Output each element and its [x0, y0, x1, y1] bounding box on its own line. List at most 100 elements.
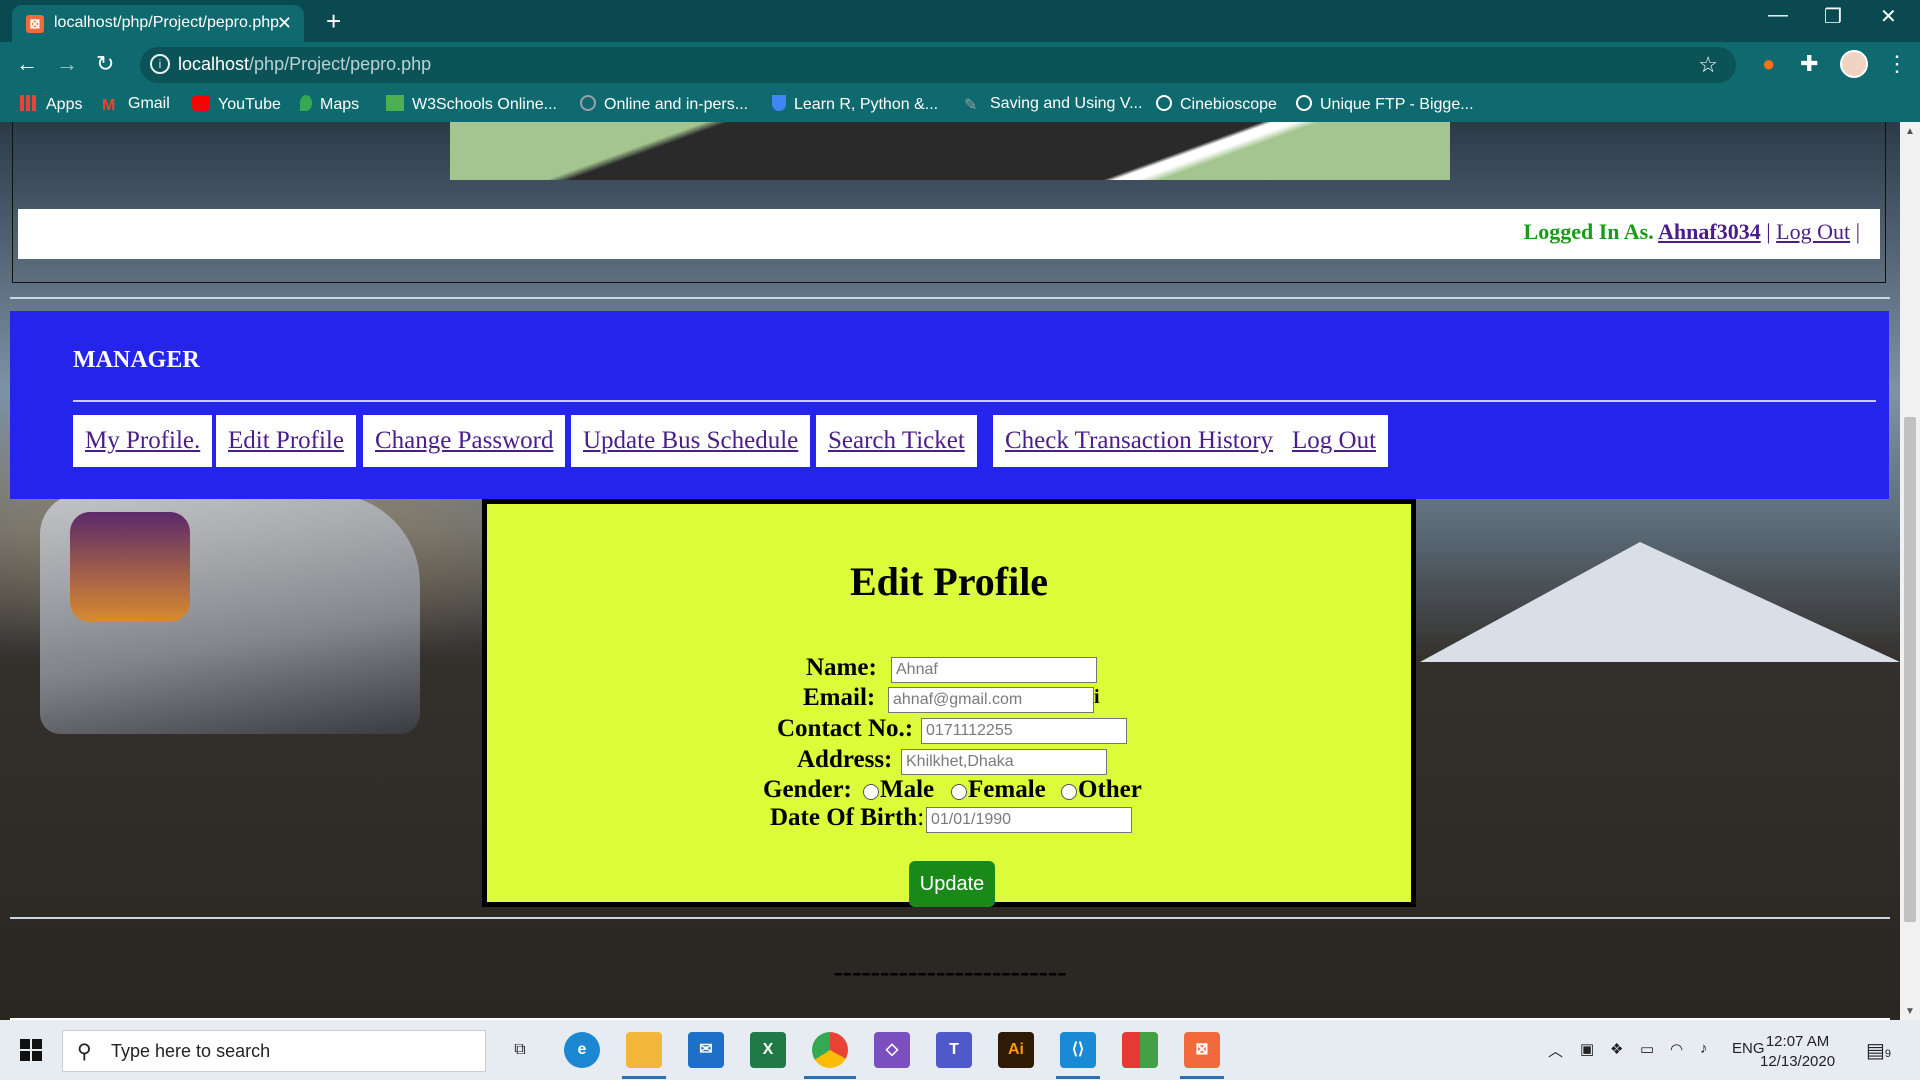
site-icon — [580, 95, 596, 111]
login-status-text: Logged In As. Ahnaf3034 | Log Out | — [1523, 219, 1860, 244]
address-field[interactable] — [901, 749, 1107, 775]
gender-female-radio[interactable] — [951, 784, 967, 800]
bookmark-online[interactable]: Online and in-pers... — [580, 95, 748, 114]
login-status-bar: Logged In As. Ahnaf3034 | Log Out | — [18, 209, 1880, 259]
app-multicolor-icon[interactable] — [1122, 1032, 1158, 1068]
email-field[interactable] — [888, 687, 1094, 713]
explorer-active-indicator — [622, 1076, 666, 1079]
xampp-icon[interactable]: ⊠ — [1184, 1032, 1220, 1068]
w3schools-icon — [386, 95, 404, 111]
back-arrow-icon[interactable]: ← — [16, 51, 38, 77]
taskbar-search[interactable]: ⚲ Type here to search — [62, 1030, 486, 1072]
menu-log-out[interactable]: Log Out — [1280, 415, 1389, 467]
bookmark-unique-ftp[interactable]: Unique FTP - Bigge... — [1296, 95, 1474, 114]
name-label: Name: — [806, 654, 877, 681]
manager-divider — [73, 400, 1876, 402]
edit-profile-form: Edit Profile Name: Email: i Contact No.:… — [482, 499, 1416, 907]
tray-chevron-icon[interactable]: ︿ — [1548, 1040, 1563, 1061]
globe-icon — [1156, 95, 1172, 111]
youtube-icon — [192, 95, 210, 111]
illustrator-icon[interactable]: Ai — [998, 1032, 1034, 1068]
menu-search-ticket[interactable]: Search Ticket — [816, 415, 977, 467]
dob-label: Date Of Birth: — [770, 804, 925, 831]
task-view-icon[interactable]: ⧉ — [502, 1032, 538, 1068]
clock-date: 12/13/2020 — [1760, 1053, 1836, 1070]
reload-icon[interactable]: ↻ — [96, 51, 114, 77]
new-tab-plus-icon[interactable]: + — [326, 6, 341, 37]
dropbox-icon[interactable]: ❖ — [1610, 1040, 1623, 1058]
update-button[interactable]: Update — [909, 861, 995, 907]
maps-pin-icon — [300, 95, 312, 111]
address-bar[interactable]: i localhost/php/Project/pepro.php ☆ — [140, 47, 1736, 83]
bus-window-decoration — [70, 512, 190, 622]
menu-check-transaction-history[interactable]: Check Transaction History — [993, 415, 1286, 467]
gender-female-label: Female — [968, 776, 1046, 803]
bookmark-gmail[interactable]: M Gmail — [102, 95, 170, 114]
contact-field[interactable] — [921, 718, 1127, 744]
edge-icon[interactable]: e — [564, 1032, 600, 1068]
gender-other-label: Other — [1078, 776, 1142, 803]
bookmark-apps[interactable]: Apps — [20, 95, 82, 114]
tab-title: localhost/php/Project/pepro.php — [54, 14, 280, 31]
visual-studio-icon[interactable]: ◇ — [874, 1032, 910, 1068]
page-viewport: Logged In As. Ahnaf3034 | Log Out | MANA… — [0, 122, 1900, 1020]
vscode-icon[interactable]: ⟨⟩ — [1060, 1032, 1096, 1068]
restore-icon[interactable]: ❐ — [1824, 4, 1842, 29]
menu-edit-profile[interactable]: Edit Profile — [216, 415, 356, 467]
bookmark-learn-r[interactable]: Learn R, Python &... — [772, 95, 938, 114]
forward-arrow-icon[interactable]: → — [56, 51, 78, 77]
mail-icon[interactable]: ✉ — [688, 1032, 724, 1068]
scrollbar-thumb[interactable] — [1904, 417, 1916, 922]
gender-label: Gender: — [763, 776, 852, 803]
taskbar-clock[interactable]: 12:07 AM 12/13/2020 — [1760, 1032, 1835, 1072]
xampp-active-indicator — [1180, 1076, 1224, 1079]
browser-tab-active[interactable]: ⊠ localhost/php/Project/pepro.php ✕ — [12, 5, 304, 42]
manager-panel: MANAGER My Profile. Edit Profile Change … — [10, 311, 1889, 499]
bookmark-saving[interactable]: ✎ Saving and Using V... — [964, 95, 1142, 114]
extension-fox-icon[interactable]: ● — [1762, 51, 1775, 77]
bookmark-maps[interactable]: Maps — [300, 95, 359, 114]
minimize-icon[interactable]: — — [1768, 4, 1788, 27]
logout-link-top[interactable]: Log Out — [1776, 219, 1850, 244]
name-field[interactable] — [891, 657, 1097, 683]
address-label: Address: — [797, 746, 893, 773]
excel-icon[interactable]: X — [750, 1032, 786, 1068]
bookmark-youtube[interactable]: YouTube — [192, 95, 281, 114]
windows-start-icon[interactable] — [20, 1039, 42, 1061]
notification-center-icon[interactable]: ▤9 — [1866, 1038, 1891, 1063]
scroll-down-arrow-icon[interactable]: ▼ — [1905, 1006, 1915, 1017]
scroll-up-arrow-icon[interactable]: ▲ — [1905, 126, 1915, 137]
menu-kebab-icon[interactable]: ⋮ — [1886, 51, 1908, 77]
tray-device-icon[interactable]: ▣ — [1580, 1040, 1594, 1058]
menu-my-profile[interactable]: My Profile. — [73, 415, 213, 467]
pen-icon: ✎ — [964, 97, 978, 114]
gender-other-radio[interactable] — [1061, 784, 1077, 800]
gender-male-label: Male — [880, 776, 935, 803]
extensions-puzzle-icon[interactable]: ✚ — [1800, 51, 1818, 77]
taskbar-search-placeholder: Type here to search — [111, 1041, 271, 1061]
bookmark-w3schools[interactable]: W3Schools Online... — [386, 95, 557, 114]
battery-icon[interactable]: ▭ — [1640, 1040, 1654, 1058]
menu-change-password[interactable]: Change Password — [363, 415, 566, 467]
site-info-icon[interactable]: i — [150, 54, 170, 74]
vscode-active-indicator — [1056, 1076, 1100, 1079]
dob-field[interactable] — [926, 807, 1132, 833]
url-text[interactable]: localhost/php/Project/pepro.php — [178, 54, 431, 75]
chrome-icon[interactable] — [812, 1032, 848, 1068]
menu-update-bus-schedule[interactable]: Update Bus Schedule — [571, 415, 811, 467]
notification-count: 9 — [1884, 1048, 1892, 1060]
username-link[interactable]: Ahnaf3034 — [1658, 219, 1761, 244]
close-window-icon[interactable]: ✕ — [1880, 4, 1897, 29]
gender-male-radio[interactable] — [863, 784, 879, 800]
tab-close-icon[interactable]: ✕ — [277, 13, 292, 34]
wifi-icon[interactable]: ◠ — [1670, 1040, 1683, 1058]
profile-avatar[interactable] — [1840, 50, 1868, 78]
bookmark-star-icon[interactable]: ☆ — [1698, 52, 1718, 78]
page-scrollbar[interactable]: ▲ ▼ — [1900, 122, 1920, 1020]
teams-icon[interactable]: T — [936, 1032, 972, 1068]
volume-icon[interactable]: ♪ — [1700, 1040, 1708, 1057]
file-explorer-icon[interactable] — [626, 1032, 662, 1068]
manager-title: MANAGER — [73, 347, 200, 373]
bookmark-cinebioscope[interactable]: Cinebioscope — [1156, 95, 1277, 114]
gmail-icon: M — [102, 97, 116, 114]
